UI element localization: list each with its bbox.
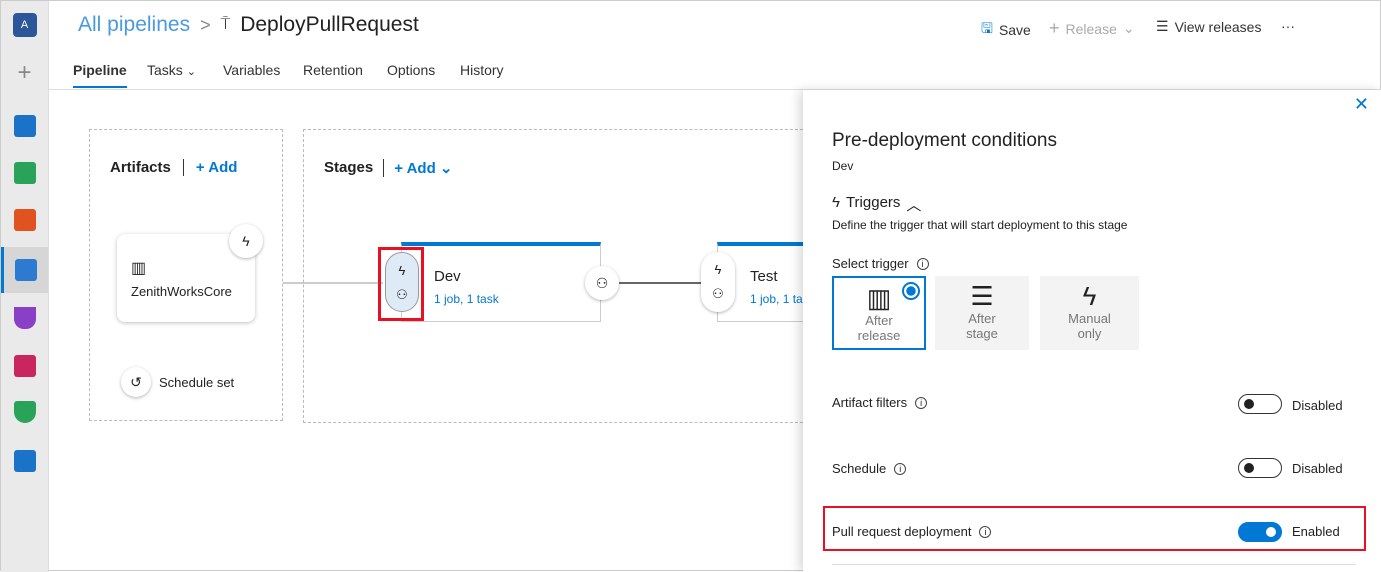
tab-options[interactable]: Options — [387, 62, 435, 78]
avatar[interactable]: A — [1, 7, 48, 43]
schedule-set[interactable]: ↺ Schedule set — [121, 367, 234, 397]
test-pre-deployment-conditions-button[interactable]: ϟ ⚇ — [701, 252, 735, 312]
repos-icon[interactable] — [1, 202, 48, 238]
stage-card-dev[interactable]: Dev 1 job, 1 task — [401, 242, 601, 322]
tab-variables[interactable]: Variables — [223, 62, 280, 78]
post-deployment-approver-icon[interactable]: ⚇ — [585, 266, 619, 300]
trigger-icon: ϟ — [832, 194, 840, 211]
security-icon[interactable] — [1, 394, 48, 430]
sidebar: A + — [1, 1, 49, 572]
trigger-manual-only[interactable]: ϟ Manual only — [1040, 276, 1139, 350]
page-title: DeployPullRequest — [240, 13, 419, 36]
release-button[interactable]: + Release ⌄ — [1049, 18, 1135, 39]
chevron-up-icon: ︿ — [906, 197, 922, 214]
trigger-after-release[interactable]: ▥ After release — [832, 276, 926, 350]
add-icon[interactable]: + — [1, 55, 48, 91]
schedule-icon: ↺ — [121, 367, 151, 397]
test-plans-icon[interactable] — [1, 300, 48, 336]
schedule-label: Schedule i — [832, 461, 907, 476]
select-trigger-label: Select trigger i — [832, 256, 929, 271]
more-button[interactable]: ··· — [1281, 18, 1295, 34]
artifacts-header: Artifacts + Add — [110, 159, 238, 176]
approver-icon: ⚇ — [712, 286, 724, 301]
chevron-right-icon: > — [200, 14, 211, 35]
panel-title: Pre-deployment conditions — [832, 130, 1057, 151]
close-icon[interactable]: ✕ — [1354, 94, 1369, 115]
plus-icon: + — [1049, 18, 1060, 38]
radio-selected-icon — [902, 282, 920, 300]
tab-pipeline[interactable]: Pipeline — [73, 62, 127, 88]
artifact-filters-label: Artifact filters i — [832, 395, 928, 410]
load-test-icon[interactable] — [1, 443, 48, 479]
manual-trigger-icon: ϟ — [1082, 281, 1097, 311]
trigger-icon: ϟ — [714, 262, 722, 277]
tab-history[interactable]: History — [460, 62, 504, 78]
stage-stack-icon: ☰ — [970, 281, 994, 311]
continuous-deployment-trigger-icon[interactable]: ϟ — [229, 224, 263, 258]
pipeline-icon: ⍑ — [220, 16, 231, 33]
artifact-filters-toggle[interactable] — [1238, 394, 1282, 414]
all-pipelines-link[interactable]: All pipelines — [78, 13, 190, 37]
stage-name: Dev — [832, 159, 854, 173]
chevron-down-icon: ⌄ — [186, 66, 196, 78]
highlight-box — [378, 247, 424, 321]
chevron-down-icon: ⌄ — [1122, 20, 1135, 36]
view-releases-button[interactable]: ☰ View releases — [1156, 18, 1261, 35]
tab-retention[interactable]: Retention — [303, 62, 363, 78]
schedule-toggle[interactable] — [1238, 458, 1282, 478]
pre-deployment-panel: ✕ Pre-deployment conditions Dev ϟ Trigger… — [803, 90, 1381, 572]
pipelines-icon[interactable] — [1, 247, 48, 293]
info-icon[interactable]: i — [916, 257, 929, 270]
save-button[interactable]: 🖫 Save — [981, 18, 1031, 42]
boards-icon[interactable] — [1, 108, 48, 144]
list-icon: ☰ — [1156, 18, 1169, 34]
info-icon[interactable]: i — [915, 396, 928, 409]
highlight-box — [823, 506, 1366, 551]
info-icon[interactable]: i — [894, 462, 907, 475]
save-icon: 🖫 — [981, 20, 993, 36]
add-stage-button[interactable]: + Add ⌄ — [394, 159, 452, 177]
test-plans-check-icon[interactable] — [1, 155, 48, 191]
divider — [832, 564, 1356, 565]
stages-header: Stages + Add ⌄ — [324, 159, 453, 177]
triggers-toggle[interactable]: ϟ Triggers ︿ — [832, 194, 921, 215]
trigger-after-stage[interactable]: ☰ After stage — [935, 276, 1029, 350]
build-artifact-icon: ▥ — [131, 260, 147, 277]
add-artifact-button[interactable]: + Add — [196, 159, 238, 176]
artifacts-icon[interactable] — [1, 348, 48, 384]
breadcrumb: All pipelines > ⍑ DeployPullRequest — [78, 13, 419, 37]
connector — [619, 282, 701, 284]
tab-tasks[interactable]: Tasks ⌄ — [147, 62, 196, 78]
